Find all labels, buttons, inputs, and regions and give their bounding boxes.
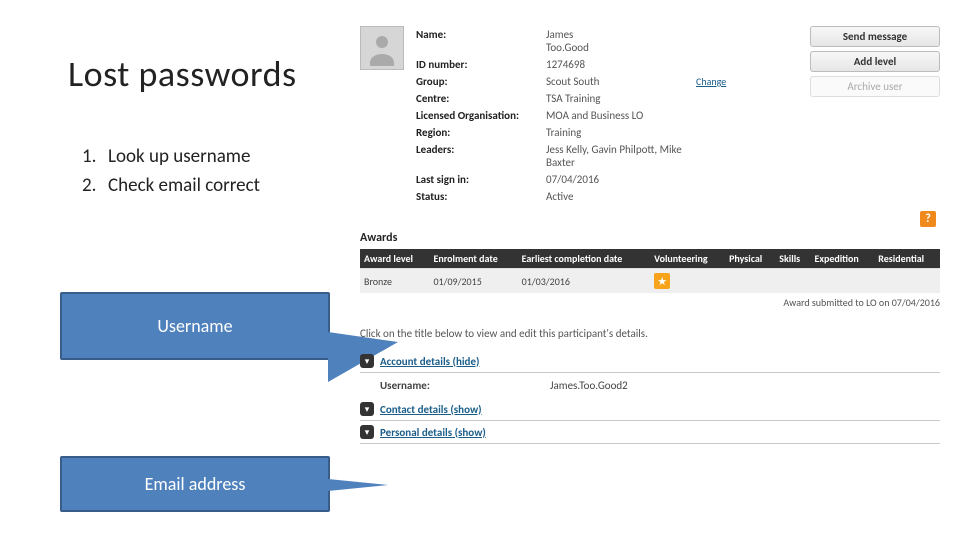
chevron-down-icon: ▾: [360, 402, 374, 416]
leaders-value: Jess Kelly, Gavin Philpott, Mike Baxter: [546, 143, 696, 169]
star-icon[interactable]: ★: [654, 273, 670, 289]
awards-row-bronze: Bronze 01/09/2015 01/03/2016 ★: [360, 269, 940, 294]
status-label: Status:: [416, 190, 546, 203]
user-profile-panel: Name:James Too.Good ID number:1274698 Gr…: [360, 26, 940, 444]
archive-user-button[interactable]: Archive user: [810, 76, 940, 97]
step-number: 2.: [82, 174, 108, 197]
centre-label: Centre:: [416, 92, 546, 105]
profile-actions: Send message Add level Archive user: [810, 26, 940, 205]
id-label: ID number:: [416, 58, 546, 71]
award-physical-cell: [725, 269, 775, 294]
account-details-title: Account details (hide): [380, 355, 479, 368]
callout-username: Username: [60, 292, 330, 360]
profile-fields: Name:James Too.Good ID number:1274698 Gr…: [416, 26, 810, 205]
name-label: Name:: [416, 28, 546, 54]
award-submitted-note: Award submitted to LO on 07/04/2016: [360, 296, 940, 309]
award-completion-cell: 01/03/2016: [518, 269, 651, 294]
awards-col-physical: Physical: [725, 249, 775, 269]
group-value: Scout South: [546, 75, 696, 88]
callout-email: Email address: [60, 456, 330, 512]
signin-label: Last sign in:: [416, 173, 546, 186]
award-volunteering-cell: ★: [650, 269, 725, 294]
id-value: 1274698: [546, 58, 696, 71]
status-value: Active: [546, 190, 696, 203]
awards-heading: Awards: [360, 231, 940, 245]
avatar-icon: [364, 30, 400, 66]
awards-col-enrolment: Enrolment date: [429, 249, 517, 269]
awards-col-level: Award level: [360, 249, 429, 269]
name-value: James Too.Good: [546, 28, 696, 54]
account-details-toggle[interactable]: ▾ Account details (hide): [360, 350, 940, 373]
username-value: James.Too.Good2: [550, 379, 628, 392]
callout-username-label: Username: [157, 315, 232, 337]
awards-table: Award level Enrolment date Earliest comp…: [360, 249, 940, 293]
slide-title: Lost passwords: [68, 52, 297, 96]
avatar: [360, 26, 404, 70]
edit-hint: Click on the title below to view and edi…: [360, 327, 940, 340]
change-group-link[interactable]: Change: [696, 75, 726, 88]
send-message-button[interactable]: Send message: [810, 26, 940, 47]
personal-details-toggle[interactable]: ▾ Personal details (show): [360, 421, 940, 444]
step-text: Check email correct: [108, 174, 260, 197]
region-label: Region:: [416, 126, 546, 139]
step-text: Look up username: [108, 145, 250, 168]
help-icon[interactable]: ?: [920, 211, 936, 227]
leaders-label: Leaders:: [416, 143, 546, 169]
contact-details-title: Contact details (show): [380, 403, 482, 416]
region-value: Training: [546, 126, 696, 139]
slide-step-1: 1. Look up username: [82, 145, 260, 168]
chevron-down-icon: ▾: [360, 354, 374, 368]
awards-col-volunteering: Volunteering: [650, 249, 725, 269]
account-details-body: Username: James.Too.Good2: [360, 373, 940, 398]
centre-value: TSA Training: [546, 92, 696, 105]
award-enrolment-cell: 01/09/2015: [429, 269, 517, 294]
signin-value: 07/04/2016: [546, 173, 696, 186]
awards-col-residential: Residential: [874, 249, 940, 269]
username-label: Username:: [380, 379, 550, 392]
details-accordion: ▾ Account details (hide) Username: James…: [360, 350, 940, 444]
callout-email-label: Email address: [145, 473, 246, 495]
chevron-down-icon: ▾: [360, 425, 374, 439]
org-label: Licensed Organisation:: [416, 109, 546, 122]
award-skills-cell: [775, 269, 810, 294]
slide-steps: 1. Look up username 2. Check email corre…: [82, 145, 260, 203]
contact-details-toggle[interactable]: ▾ Contact details (show): [360, 398, 940, 421]
awards-col-completion: Earliest completion date: [518, 249, 651, 269]
award-expedition-cell: [810, 269, 874, 294]
awards-col-expedition: Expedition: [810, 249, 874, 269]
step-number: 1.: [82, 145, 108, 168]
group-label: Group:: [416, 75, 546, 88]
slide-column: Lost passwords 1. Look up username 2. Ch…: [0, 0, 350, 540]
awards-col-skills: Skills: [775, 249, 810, 269]
org-value: MOA and Business LO: [546, 109, 696, 122]
add-level-button[interactable]: Add level: [810, 51, 940, 72]
slide-step-2: 2. Check email correct: [82, 174, 260, 197]
award-level-cell: Bronze: [360, 269, 429, 294]
award-residential-cell: [874, 269, 940, 294]
personal-details-title: Personal details (show): [380, 426, 486, 439]
